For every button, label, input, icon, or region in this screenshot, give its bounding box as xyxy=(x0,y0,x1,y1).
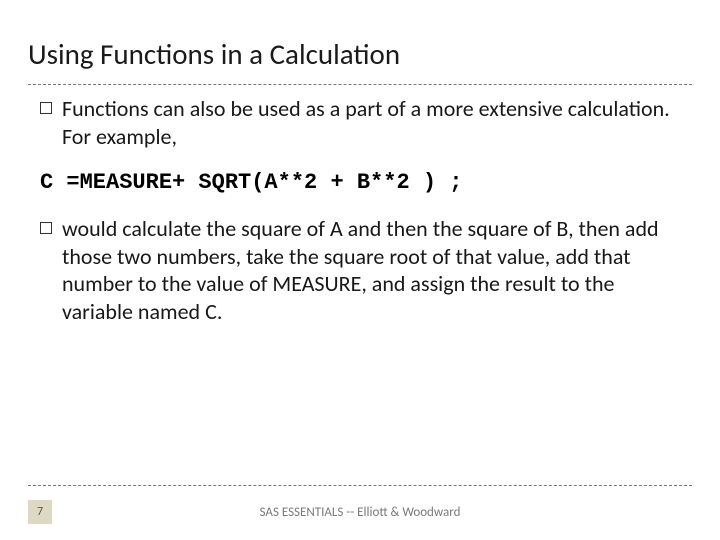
bullet-icon xyxy=(40,222,52,234)
bullet-explain: would calculate the square of A and then… xyxy=(40,215,680,325)
slide-title: Using Functions in a Calculation xyxy=(28,36,692,72)
bullet-icon xyxy=(40,102,52,114)
page-number: 7 xyxy=(28,500,52,524)
footer-divider xyxy=(28,485,692,486)
title-wrap: Using Functions in a Calculation xyxy=(0,0,720,82)
bullet-intro-text: Functions can also be used as a part of … xyxy=(62,95,670,150)
code-line: C =MEASURE+ SQRT(A**2 + B**2 ) ; xyxy=(40,170,680,195)
bullet-intro: Functions can also be used as a part of … xyxy=(40,95,680,150)
footer: 7 SAS ESSENTIALS -- Elliott & Woodward xyxy=(28,500,692,524)
content-area: Functions can also be used as a part of … xyxy=(0,85,720,325)
footer-text: SAS ESSENTIALS -- Elliott & Woodward xyxy=(260,505,461,520)
bullet-explain-text: would calculate the square of A and then… xyxy=(62,215,659,325)
slide: Using Functions in a Calculation Functio… xyxy=(0,0,720,540)
